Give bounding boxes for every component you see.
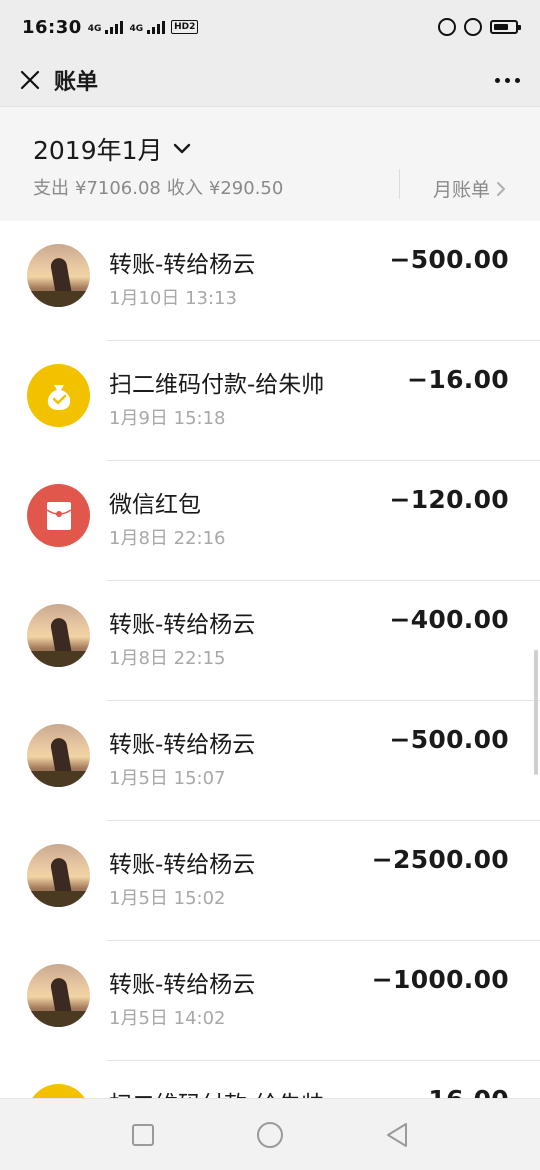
more-icon-dot — [505, 77, 510, 83]
recents-button[interactable] — [123, 1115, 163, 1155]
battery-icon — [490, 20, 521, 34]
transaction-time: 1月9日 15:18 — [109, 408, 226, 429]
chevron-right-icon — [497, 181, 506, 196]
month-label: 2019年1月 — [33, 136, 163, 165]
back-button[interactable] — [377, 1115, 417, 1155]
transaction-row[interactable]: 转账-转给杨云 1月8日 22:15 −400.00 — [0, 581, 540, 701]
transaction-row[interactable]: 扫二维码付款-给朱帅 −16.00 — [0, 1061, 540, 1098]
avatar — [27, 724, 90, 787]
transaction-amount: −120.00 — [389, 485, 509, 514]
transaction-amount: −400.00 — [389, 605, 509, 634]
avatar — [27, 964, 90, 1027]
month-selector[interactable]: 2019年1月 — [33, 131, 191, 167]
transaction-name: 转账-转给杨云 — [109, 972, 256, 998]
transaction-time: 1月5日 14:02 — [109, 1008, 226, 1029]
status-bar: 16:30 4G 4G HD2 — [0, 0, 540, 54]
transaction-time: 1月10日 13:13 — [109, 288, 237, 309]
transaction-name: 扫二维码付款-给朱帅 — [109, 1085, 324, 1098]
transaction-row[interactable]: 扫二维码付款-给朱帅 1月9日 15:18 −16.00 — [0, 341, 540, 461]
transaction-name: 转账-转给杨云 — [109, 252, 256, 278]
transaction-time: 1月8日 22:15 — [109, 648, 226, 669]
transaction-name: 转账-转给杨云 — [109, 852, 256, 878]
totals-text: 支出 ¥7106.08 收入 ¥290.50 — [33, 174, 289, 200]
expense-label: 支出 — [33, 178, 69, 199]
more-icon — [495, 77, 500, 83]
monthly-bill-link[interactable]: 月账单 — [433, 175, 506, 202]
nav-bar: 账单 — [0, 54, 540, 106]
transaction-row[interactable]: 微信红包 1月8日 22:16 −120.00 — [0, 461, 540, 581]
transaction-row[interactable]: 转账-转给杨云 1月5日 14:02 −1000.00 — [0, 941, 540, 1061]
avatar — [27, 1084, 90, 1098]
signal-indicator-2: 4G — [129, 20, 166, 34]
network-type-2: 4G — [129, 24, 144, 34]
more-button[interactable] — [489, 68, 526, 93]
chevron-down-icon — [173, 143, 190, 154]
signal-bars-icon — [147, 20, 166, 34]
circle-icon — [256, 1121, 283, 1148]
transaction-row[interactable]: 转账-转给杨云 1月10日 13:13 −500.00 — [0, 221, 540, 341]
transaction-name: 转账-转给杨云 — [109, 732, 256, 758]
avatar — [27, 244, 90, 307]
money-bag-icon — [27, 364, 90, 427]
money-bag-icon — [27, 1084, 90, 1098]
transaction-amount: −16.00 — [407, 1085, 509, 1098]
transaction-time: 1月5日 15:07 — [109, 768, 226, 789]
avatar — [27, 484, 90, 547]
avatar-photo — [27, 604, 90, 667]
hd-indicator: HD2 — [171, 20, 199, 34]
hd-label: HD — [174, 22, 190, 32]
red-packet-icon — [27, 484, 90, 547]
lock-rotation-icon — [438, 18, 456, 36]
home-button[interactable] — [250, 1115, 290, 1155]
avatar — [27, 364, 90, 427]
transaction-time: 1月8日 22:16 — [109, 528, 226, 549]
status-time: 16:30 — [22, 16, 82, 38]
signal-bars-icon — [105, 20, 124, 34]
close-icon — [20, 70, 40, 90]
alarm-icon — [464, 18, 482, 36]
monthly-bill-label: 月账单 — [433, 179, 491, 201]
status-right-icons — [438, 18, 521, 36]
transaction-amount: −500.00 — [389, 245, 509, 274]
close-button[interactable] — [14, 64, 46, 96]
expense-value: ¥7106.08 — [75, 178, 161, 199]
month-summary: 2019年1月 支出 ¥7106.08 收入 ¥290.50 月账单 — [0, 106, 540, 221]
transaction-name: 微信红包 — [109, 492, 201, 518]
avatar — [27, 604, 90, 667]
transaction-row[interactable]: 转账-转给杨云 1月5日 15:02 −2500.00 — [0, 821, 540, 941]
transaction-name: 转账-转给杨云 — [109, 612, 256, 638]
system-nav-bar — [0, 1098, 540, 1170]
signal-indicator-1: 4G — [88, 20, 124, 34]
transaction-amount: −500.00 — [389, 725, 509, 754]
triangle-back-icon — [386, 1122, 407, 1147]
square-icon — [132, 1123, 155, 1146]
transaction-amount: −2500.00 — [371, 845, 509, 874]
avatar-photo — [27, 844, 90, 907]
divider — [399, 169, 400, 199]
income-label: 收入 — [166, 178, 203, 199]
avatar-photo — [27, 724, 90, 787]
avatar-photo — [27, 964, 90, 1027]
scrollbar[interactable] — [534, 650, 538, 775]
avatar — [27, 844, 90, 907]
hd-icon: HD2 — [171, 20, 199, 34]
avatar-photo — [27, 244, 90, 307]
transaction-amount: −1000.00 — [371, 965, 509, 994]
transaction-time: 1月5日 15:02 — [109, 888, 226, 909]
income-value: ¥290.50 — [208, 178, 284, 199]
hd-sub-label: 2 — [189, 22, 196, 32]
transaction-amount: −16.00 — [407, 365, 509, 394]
transaction-name: 扫二维码付款-给朱帅 — [109, 372, 325, 398]
transaction-list: 转账-转给杨云 1月10日 13:13 −500.00 扫二维码付款-给朱帅 1… — [0, 221, 540, 1098]
page-title: 账单 — [54, 70, 99, 95]
more-icon-dot — [515, 77, 520, 83]
transaction-row[interactable]: 转账-转给杨云 1月5日 15:07 −500.00 — [0, 701, 540, 821]
network-type-1: 4G — [87, 24, 102, 34]
